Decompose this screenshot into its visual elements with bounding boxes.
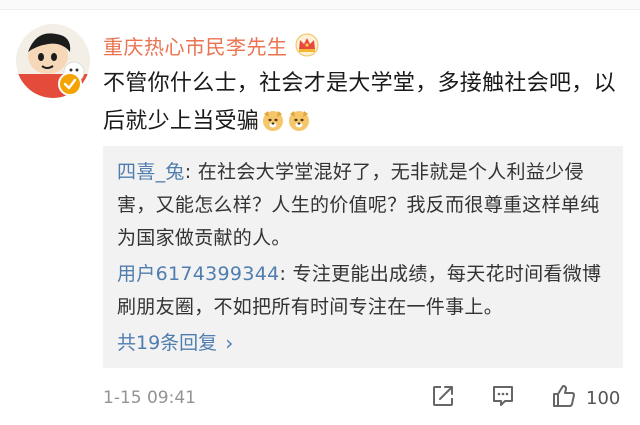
chevron-right-icon: ›: [225, 331, 234, 355]
reply-author[interactable]: 用户6174399344: [117, 263, 279, 285]
comment-button[interactable]: [490, 384, 516, 412]
comment-actions: 100: [430, 384, 620, 412]
comment-text: 不管你什么士，社会才是大学堂，多接触社会吧，以后就少上当受骗: [103, 71, 616, 134]
replies-panel[interactable]: 四喜_兔: 在社会大学堂混好了，无非就是个人利益少侵害，又能怎么样？人生的价值呢…: [103, 146, 623, 368]
doge-emoji-icon: [287, 107, 311, 131]
reply-author[interactable]: 四喜_兔: [117, 161, 185, 183]
comment-author-name[interactable]: 重庆热心市民李先生: [103, 31, 288, 60]
verified-badge-icon: [58, 72, 82, 96]
more-replies-label[interactable]: 共19条回复: [117, 327, 217, 360]
reply-colon: :: [279, 263, 293, 285]
thumbs-up-icon: [550, 382, 578, 414]
reply-colon: :: [184, 161, 198, 183]
reply-item[interactable]: 四喜_兔: 在社会大学堂混好了，无非就是个人利益少侵害，又能怎么样？人生的价值呢…: [117, 156, 611, 255]
top-divider: [0, 0, 640, 10]
reply-item[interactable]: 用户6174399344: 专注更能出成绩，每天花时间看微博刷朋友圈，不如把所有…: [117, 258, 611, 324]
comment-author[interactable]: 重庆热心市民李先生: [103, 30, 320, 60]
crown-icon: [294, 33, 320, 57]
more-replies-link[interactable]: 共19条回复 ›: [117, 327, 611, 360]
comment-footer: 1-15 09:41 100: [103, 384, 628, 412]
share-button[interactable]: [430, 384, 456, 412]
like-count: 100: [586, 387, 621, 409]
like-button[interactable]: 100: [550, 384, 620, 412]
comment-timestamp: 1-15 09:41: [103, 388, 196, 408]
comment-body: 不管你什么士，社会才是大学堂，多接触社会吧，以后就少上当受骗: [103, 65, 628, 141]
comment-icon: [490, 383, 516, 413]
doge-emoji-icon: [261, 107, 285, 131]
share-icon: [430, 383, 456, 413]
